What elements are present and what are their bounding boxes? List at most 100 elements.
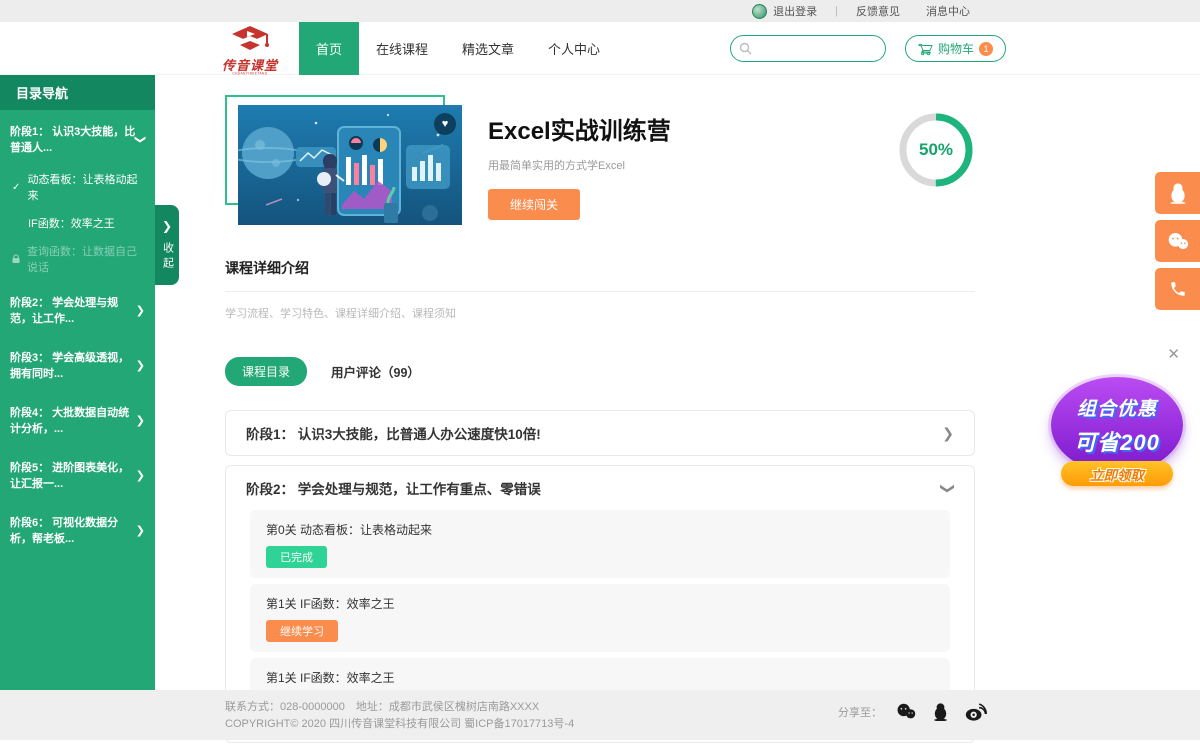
topbar: 退出登录 | 反馈意见 消息中心 (0, 0, 1200, 22)
favorite-heart-icon[interactable]: ♥ (434, 113, 456, 135)
sidebar-stage-3[interactable]: 阶段3： 学会高级透视，拥有同时... ❯ (0, 336, 155, 391)
course-banner[interactable]: ♥ (225, 95, 465, 227)
navbar: 传音课堂 CHUANYINKETANG 首页 在线课程 精选文章 个人中心 搜索… (0, 22, 1200, 75)
close-icon[interactable]: ✕ (1167, 345, 1180, 363)
promo-widget: ✕ 组合优惠 可省200 立即领取 (1044, 345, 1190, 486)
continue-button[interactable]: 继续闯关 (488, 189, 580, 220)
promo-badge[interactable]: 组合优惠 可省200 (1051, 377, 1183, 473)
detail-heading: 课程详细介绍 (225, 258, 975, 292)
cart-button[interactable]: 购物车 1 (905, 35, 1006, 62)
sidebar-stage-6[interactable]: 阶段6： 可视化数据分析，帮老板... ❯ (0, 501, 155, 556)
chevron-down-icon: ❯ (134, 134, 147, 143)
chevron-right-icon: ❯ (136, 304, 145, 317)
accordion-stage-2-header[interactable]: 阶段2： 学会处理与规范，让工作有重点、零错误 ❯ (226, 466, 974, 510)
tab-comments[interactable]: 用户评论（99） (331, 362, 420, 381)
tab-catalog[interactable]: 课程目录 (225, 357, 307, 386)
logout-link[interactable]: 退出登录 (773, 3, 817, 19)
search-box: 搜索 (730, 35, 886, 62)
accordion-stage-2-title: 阶段2： 学会处理与规范，让工作有重点、零错误 (246, 478, 541, 498)
chevron-right-icon: ❯ (162, 219, 172, 234)
chevron-right-icon: ❯ (136, 414, 145, 427)
weibo-share-icon[interactable] (965, 703, 987, 721)
course-tabs: 课程目录 用户评论（99） (225, 357, 975, 386)
course-banner-image (238, 105, 462, 225)
feedback-link[interactable]: 反馈意见 (856, 3, 900, 19)
lesson-title: 第1关 IF函数：效率之王 (266, 595, 934, 612)
nav-item-courses[interactable]: 在线课程 (359, 22, 445, 75)
chevron-down-icon: ❯ (940, 482, 957, 494)
main-content: ♥ Excel实战训练营 用最简单实用的方式学Excel 继续闯关 50% 课程… (225, 95, 975, 743)
sidebar-stage-label: 阶段4： 大批数据自动统计分析，... (10, 404, 136, 436)
sidebar-stage-5[interactable]: 阶段5： 进阶图表美化，让汇报一... ❯ (0, 446, 155, 501)
phone-contact-button[interactable] (1155, 268, 1200, 310)
sidebar-lesson-label: 查询函数：让数据自己说话 (27, 243, 145, 275)
lesson-title: 第0关 动态看板：让表格动起来 (266, 521, 934, 538)
sidebar-lesson-locked[interactable]: 查询函数：让数据自己说话 (0, 237, 155, 281)
qq-icon (1168, 182, 1188, 204)
lesson-card-continue[interactable]: 第1关 IF函数：效率之王 继续学习 (250, 584, 950, 652)
sidebar-stage-label: 阶段5： 进阶图表美化，让汇报一... (10, 459, 136, 491)
collapse-label: 收起 (160, 242, 175, 272)
footer-contact: 联系方式：028-0000000 地址：成都市武侯区槐树店南路XXXX (225, 699, 574, 716)
user-avatar[interactable] (752, 4, 767, 19)
status-badge-continue[interactable]: 继续学习 (266, 620, 338, 642)
sidebar-lesson-label: 动态看板：让表格动起来 (28, 171, 145, 203)
sidebar-lesson-done[interactable]: ✓ 动态看板：让表格动起来 (0, 165, 155, 209)
catalog-sidebar: 目录导航 阶段1： 认识3大技能，比普通人... ❯ ✓ 动态看板：让表格动起来… (0, 75, 155, 690)
qq-contact-button[interactable] (1155, 172, 1200, 214)
wechat-share-icon[interactable] (896, 703, 916, 720)
claim-coupon-button[interactable]: 立即领取 (1061, 461, 1173, 486)
cart-label: 购物车 (938, 40, 974, 57)
cart-count-badge: 1 (979, 42, 993, 56)
search-icon (739, 42, 752, 55)
search-input[interactable] (731, 36, 886, 61)
site-logo[interactable]: 传音课堂 CHUANYINKETANG (205, 26, 295, 76)
phone-icon (1169, 280, 1187, 298)
lesson-card-done[interactable]: 第0关 动态看板：让表格动起来 已完成 (250, 510, 950, 578)
logo-cap-icon (228, 26, 272, 56)
promo-line-2: 可省200 (1074, 425, 1160, 457)
share-label: 分享至： (838, 704, 882, 720)
course-title: Excel实战训练营 (488, 111, 671, 146)
sidebar-lesson-label: IF函数：效率之王 (28, 215, 115, 231)
accordion-stage-1-title: 阶段1： 认识3大技能，比普通人办公速度快10倍! (246, 423, 541, 443)
detail-description: 学习流程、学习特色、课程详细介绍、课程须知 (225, 305, 975, 321)
sidebar-title: 目录导航 (0, 75, 155, 110)
qq-share-icon[interactable] (932, 702, 949, 721)
nav-item-articles[interactable]: 精选文章 (445, 22, 531, 75)
check-icon: ✓ (12, 182, 28, 193)
status-badge-done[interactable]: 已完成 (266, 546, 327, 568)
logo-title: 传音课堂 (205, 61, 295, 71)
sidebar-stage-1[interactable]: 阶段1： 认识3大技能，比普通人... ❯ (0, 110, 155, 165)
accordion-stage-1-header[interactable]: 阶段1： 认识3大技能，比普通人办公速度快10倍! ❯ (226, 411, 974, 455)
progress-ring: 50% (899, 113, 973, 187)
messages-link[interactable]: 消息中心 (926, 3, 970, 19)
sidebar-stage-label: 阶段3： 学会高级透视，拥有同时... (10, 349, 136, 381)
sidebar-collapse-tab[interactable]: ❯ 收起 (155, 205, 179, 285)
topbar-divider: | (835, 5, 838, 17)
sidebar-stage-2[interactable]: 阶段2： 学会处理与规范，让工作... ❯ (0, 281, 155, 336)
sidebar-stage-label: 阶段6： 可视化数据分析，帮老板... (10, 514, 136, 546)
cart-icon (918, 42, 933, 56)
course-subtitle: 用最简单实用的方式学Excel (488, 157, 671, 173)
sidebar-stage-4[interactable]: 阶段4： 大批数据自动统计分析，... ❯ (0, 391, 155, 446)
progress-percent: 50% (899, 113, 973, 187)
chevron-right-icon: ❯ (136, 359, 145, 372)
nav-item-home[interactable]: 首页 (299, 22, 359, 75)
main-nav: 首页 在线课程 精选文章 个人中心 (299, 22, 617, 75)
wechat-contact-button[interactable] (1155, 220, 1200, 262)
sidebar-lesson-current[interactable]: IF函数：效率之王 (0, 209, 155, 237)
chevron-right-icon: ❯ (136, 524, 145, 537)
chevron-right-icon: ❯ (136, 469, 145, 482)
promo-line-1: 组合优惠 (1077, 394, 1157, 421)
sidebar-stage-1-label: 阶段1： 认识3大技能，比普通人... (10, 123, 136, 155)
wechat-icon (1167, 232, 1189, 251)
nav-item-personal[interactable]: 个人中心 (531, 22, 617, 75)
lock-icon (12, 254, 20, 264)
accordion-stage-1: 阶段1： 认识3大技能，比普通人办公速度快10倍! ❯ (225, 410, 975, 456)
footer-info: 联系方式：028-0000000 地址：成都市武侯区槐树店南路XXXX COPY… (225, 699, 574, 733)
footer-share: 分享至： (838, 702, 1003, 721)
sidebar-stage-label: 阶段2： 学会处理与规范，让工作... (10, 294, 136, 326)
lesson-title: 第1关 IF函数：效率之王 (266, 669, 934, 686)
chevron-right-icon: ❯ (942, 425, 954, 442)
